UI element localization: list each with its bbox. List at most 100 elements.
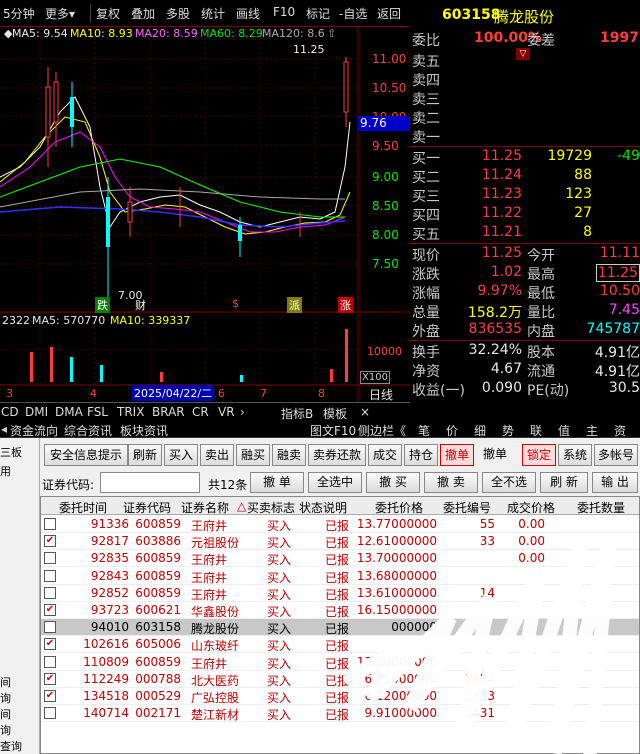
lock-button[interactable]: 锁定 (522, 444, 556, 466)
cancel-buys-button[interactable]: 撤 买 (366, 472, 420, 493)
export-button[interactable]: 输 出 (592, 472, 638, 493)
col-header[interactable]: 证券代码 (123, 499, 171, 516)
toolbar-f10-button[interactable]: F10 (273, 5, 295, 19)
row-checkbox[interactable]: ✔ (44, 638, 56, 651)
tab-shi[interactable]: 势 (502, 422, 514, 439)
select-all-button[interactable]: 全选中 (308, 472, 362, 493)
deselect-all-button[interactable]: 全不选 (482, 472, 536, 493)
toolbar-tongji-button[interactable]: 统计 (201, 5, 225, 22)
day-line-label[interactable]: 日线 (369, 386, 393, 403)
tab-zhu[interactable]: 主 (586, 422, 598, 439)
sell-repay-button[interactable]: 卖券还款 (308, 444, 366, 466)
toolbar-biaoji-button[interactable]: 标记 (306, 5, 330, 22)
row-checkbox[interactable]: ✔ (44, 690, 56, 702)
sidebar-item[interactable]: 询 (0, 690, 11, 706)
tab-zi[interactable]: 资 (614, 422, 626, 439)
indicator-tab[interactable]: TRIX (117, 405, 144, 419)
safety-info-button[interactable]: 安全信息提示 (44, 444, 128, 466)
row-checkbox[interactable] (44, 569, 56, 582)
margin-sell-button[interactable]: 融卖 (272, 444, 306, 466)
buy-row[interactable]: 买四 11.22 27 (410, 205, 640, 224)
system-button[interactable]: 系统 (558, 444, 592, 466)
event-marker[interactable]: $ (232, 297, 239, 310)
buy-row[interactable]: 买一 11.25 19729 -49 (410, 148, 640, 167)
sell-row[interactable]: 卖二 (410, 108, 640, 127)
row-checkbox[interactable] (44, 518, 56, 530)
row-checkbox[interactable]: ✔ (44, 604, 56, 616)
sell-button[interactable]: 卖出 (200, 444, 234, 466)
indicator-tab[interactable]: FSL (87, 405, 108, 419)
sidebar-item[interactable]: 用 (0, 463, 11, 479)
row-checkbox[interactable] (44, 707, 56, 720)
toolbar-duogu-button[interactable]: 多股 (166, 5, 190, 22)
refresh-button[interactable]: 刷新 (128, 444, 162, 466)
tab-bi[interactable]: 笔 (418, 422, 430, 439)
indicator-tab[interactable]: CR (192, 405, 209, 419)
row-checkbox[interactable] (44, 621, 56, 634)
toolbar-back-button[interactable]: 返回 (377, 5, 401, 22)
indicator-tab[interactable]: DMA (55, 405, 83, 419)
vol-legend: 2322 (2, 314, 30, 327)
tab-f10[interactable]: 图文F10 (310, 422, 356, 439)
tab-news[interactable]: 综合资讯 (64, 422, 112, 439)
sidebar-item[interactable]: 间 (0, 706, 11, 722)
refresh-list-button[interactable]: 刷 新 (540, 472, 588, 493)
cancel-sells-button[interactable]: 撤 卖 (424, 472, 478, 493)
period-selector[interactable]: 5分钟 (3, 5, 35, 22)
tab-lian[interactable]: 联 (530, 422, 542, 439)
sell-row[interactable]: 卖三 (410, 89, 640, 108)
row-checkbox[interactable] (44, 655, 56, 668)
order-time: 92835 (90, 551, 129, 566)
code-input[interactable] (100, 472, 200, 493)
buy-row[interactable]: 买二 11.24 88 (410, 167, 640, 186)
buy-row[interactable]: 买三 11.23 123 (410, 186, 640, 205)
row-checkbox[interactable]: ✔ (44, 535, 56, 548)
deal-button[interactable]: 成交 (368, 444, 402, 466)
chevron-right-icon[interactable]: › (240, 405, 245, 419)
tab-zhi[interactable]: 值 (558, 422, 570, 439)
kline-chart[interactable]: ◆ MA5: 9.54 MA10: 8.93 MA20: 8.59 MA60: … (0, 27, 410, 402)
sidebar-item[interactable]: 查询 (0, 738, 22, 754)
buy-button[interactable]: 买入 (164, 444, 198, 466)
sell-row[interactable]: 卖五 (410, 51, 640, 70)
sidebar-toggle[interactable]: 侧边栏《 (358, 422, 406, 439)
sell-row[interactable]: 卖四 (410, 70, 640, 89)
event-marker[interactable]: 财 (135, 297, 146, 313)
toolbar-huaxian-button[interactable]: 画线 (236, 5, 260, 22)
buy-row[interactable]: 买五 11.21 8 (410, 224, 640, 243)
sidebar-item[interactable]: 间 (0, 674, 11, 690)
sell-row[interactable]: 卖一 (410, 127, 640, 146)
tab-fund-flow[interactable]: 资金流向 (10, 422, 58, 439)
multi-account-button[interactable]: 多帐号 (594, 444, 638, 466)
row-checkbox[interactable] (44, 586, 56, 599)
more-button[interactable]: 更多▾ (45, 5, 75, 22)
scroll-up-icon[interactable]: ⇧ (327, 27, 336, 40)
col-header[interactable]: 买卖标志 (247, 499, 295, 516)
margin-buy-button[interactable]: 融买 (236, 444, 270, 466)
indicator-tab[interactable]: BRAR (152, 405, 185, 419)
tab-left-arrow-icon[interactable]: ◂ (1, 422, 7, 436)
tab-xi[interactable]: 细 (474, 422, 486, 439)
event-marker[interactable]: 派 (287, 297, 302, 313)
cancel-selected-button[interactable]: 撤 单 (250, 472, 304, 493)
close-icon[interactable]: × (360, 405, 370, 419)
indicator-tab[interactable]: VR (218, 405, 235, 419)
col-header[interactable]: 委托时间 (59, 499, 107, 516)
row-checkbox[interactable] (44, 552, 56, 565)
col-header[interactable]: 证券名称 (181, 499, 229, 516)
row-checkbox[interactable]: ✔ (44, 672, 56, 685)
toolbar-diejia-button[interactable]: 叠加 (131, 5, 155, 22)
tab-jia[interactable]: 价 (446, 422, 458, 439)
toolbar-zixuan-button[interactable]: -自选 (339, 5, 367, 22)
toolbar-fuquan-button[interactable]: 复权 (96, 5, 120, 22)
cancel-order-tab[interactable]: 撤单 (440, 444, 474, 466)
tab-sector-news[interactable]: 板块资讯 (120, 422, 168, 439)
indicator-tab[interactable]: DMI (25, 405, 48, 419)
event-marker[interactable]: 跌 (95, 297, 110, 313)
cancel-order-label[interactable]: 撤单 (478, 444, 512, 466)
indicator-tab[interactable]: CD (1, 405, 19, 419)
sidebar-item[interactable]: 三板 (0, 444, 22, 460)
position-button[interactable]: 持仓 (404, 444, 438, 466)
sidebar-item[interactable]: 询 (0, 722, 11, 738)
event-marker[interactable]: 涨 (338, 297, 353, 313)
